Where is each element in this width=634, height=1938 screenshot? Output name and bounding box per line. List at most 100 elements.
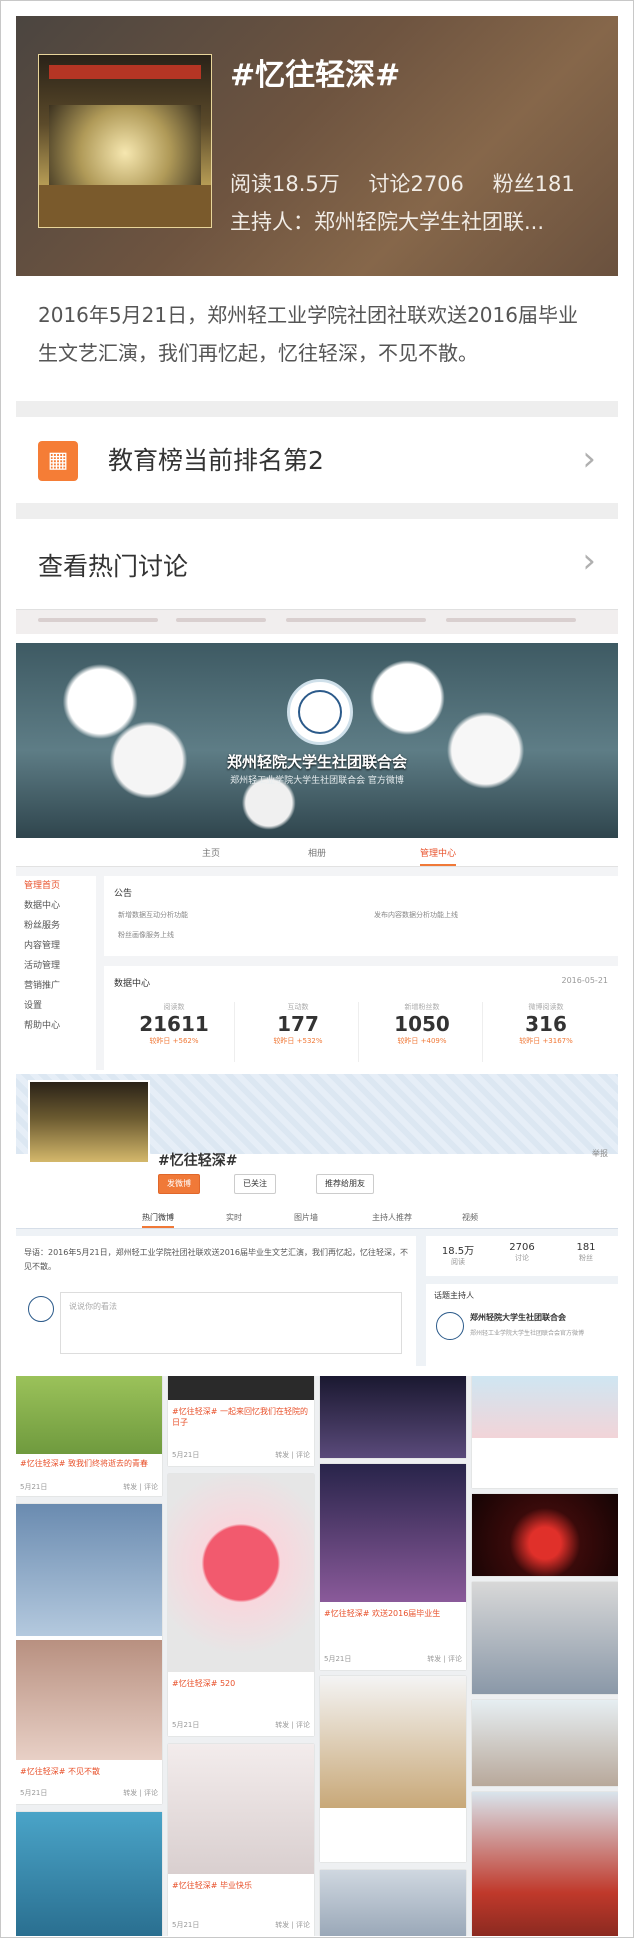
photo-card[interactable]: #忆往轻深# 一起来回忆我们在轻院的日子 5月21日 转发 | 评论 [168,1376,314,1466]
photo [16,1504,162,1636]
cutoff-content [16,609,618,634]
fans-count: 粉丝181 [492,172,575,196]
data-center-date: 2016-05-21 [561,976,609,985]
hot-discussion-row[interactable]: 查看热门讨论 › [16,519,618,609]
host-name[interactable]: 郑州轻院大学生社团联合会 [470,1312,566,1323]
stat-cell[interactable]: 阅读数 21611 较昨日 +562% [114,1002,235,1062]
photo-card[interactable] [320,1870,466,1936]
photo-card[interactable] [16,1812,162,1936]
sidebar-item-promo[interactable]: 营销推广 [16,976,96,996]
stat-cell[interactable]: 互动数 177 较昨日 +532% [238,1002,359,1062]
notice-item[interactable]: 新增数据互动分析功能 [118,910,188,920]
photo-card[interactable] [320,1676,466,1862]
photo-card[interactable] [320,1376,466,1458]
data-center-panel: 数据中心 2016-05-21 阅读数 21611 较昨日 +562% 互动数 … [104,966,618,1070]
follow-button[interactable]: 已关注 [234,1174,276,1194]
topic-host[interactable]: 主持人：郑州轻院大学生社团联... [230,206,600,236]
photo-card[interactable]: #忆往轻深# 520 5月21日 转发 | 评论 [168,1474,314,1736]
topic-cover-image [38,54,212,228]
notice-title: 公告 [114,889,133,899]
photo [16,1640,162,1760]
host-subtitle: 郑州轻工业学院大学生社团联合会官方微博 [470,1330,585,1337]
topic-page-title: #忆往轻深# [158,1153,238,1169]
stat-cell[interactable]: 微博阅读数 316 较昨日 +3167% [486,1002,606,1062]
notice-panel: 公告 新增数据互动分析功能 发布内容数据分析功能上线 粉丝画像服务上线 [104,876,618,956]
sidebar-item-data[interactable]: 数据中心 [16,896,96,916]
manage-main: 公告 新增数据互动分析功能 发布内容数据分析功能上线 粉丝画像服务上线 数据中心… [104,876,618,1070]
photo [320,1464,466,1602]
rank-row[interactable]: ▦ 教育榜当前排名第2 › [16,417,618,503]
sidebar-item-home[interactable]: 管理首页 [16,876,96,896]
chevron-right-icon: › [582,541,596,581]
topic-page-feed: 导语：2016年5月21日，郑州轻工业学院社团社联欢送2016届毕业生文艺汇演，… [16,1236,416,1366]
user-avatar [28,1296,54,1322]
tab-photos[interactable]: 图片墙 [294,1212,318,1223]
topic-title: #忆往轻深# [230,58,401,93]
topic-hero: #忆往轻深# 阅读18.5万 讨论2706 粉丝181 主持人：郑州轻院大学生社… [16,16,618,276]
sidebar-item-content[interactable]: 内容管理 [16,936,96,956]
photo-card[interactable]: #忆往轻深# 毕业快乐 5月21日 转发 | 评论 [168,1744,314,1936]
profile-cover-image: 郑州轻院大学生社团联合会 郑州轻工业学院大学生社团联合会 官方微博 [16,643,618,838]
discuss-count: 讨论2706 [368,172,464,196]
photo [472,1376,618,1438]
post-weibo-button[interactable]: 发微博 [158,1174,200,1194]
photo [472,1494,618,1576]
topic-page-tabs: 热门微博 实时 图片墙 主持人推荐 视频 [16,1208,618,1228]
photo-card[interactable] [472,1792,618,1936]
photo [472,1700,618,1786]
photo-card[interactable] [472,1376,618,1488]
tab-manage[interactable]: 管理中心 [420,846,457,866]
photo [168,1744,314,1874]
tab-host-picks[interactable]: 主持人推荐 [372,1212,412,1223]
grid-icon: ▦ [38,441,78,481]
host-panel-title: 话题主持人 [434,1291,474,1300]
stat-cell[interactable]: 新增粉丝数 1050 较昨日 +409% [362,1002,483,1062]
tab-realtime[interactable]: 实时 [226,1212,242,1223]
profile-avatar[interactable] [287,679,353,745]
photo-card[interactable]: #忆往轻深# 不见不散 5月21日 转发 | 评论 [16,1504,162,1804]
recommend-button[interactable]: 推荐给朋友 [316,1174,374,1194]
photo-wall: #忆往轻深# 致我们终将逝去的青春 5月21日 转发 | 评论 #忆往轻深# 不… [16,1376,618,1936]
photo-card[interactable] [472,1582,618,1694]
sidebar-item-fans[interactable]: 粉丝服务 [16,916,96,936]
photo [16,1376,162,1454]
hot-discussion-label: 查看热门讨论 [38,552,189,581]
topic-description: 2016年5月21日，郑州轻工业学院社团社联欢送2016届毕业生文艺汇演，我们再… [16,276,618,401]
profile-name[interactable]: 郑州轻院大学生社团联合会 [16,751,618,772]
compose-placeholder: 说说你的看法 [69,1302,117,1311]
chevron-right-icon: › [582,439,596,479]
photo [320,1870,466,1936]
data-center-title: 数据中心 [114,979,151,989]
sidebar-item-settings[interactable]: 设置 [16,996,96,1016]
photo-card[interactable] [472,1700,618,1786]
photo [320,1376,466,1458]
sidebar-item-activity[interactable]: 活动管理 [16,956,96,976]
report-link[interactable]: 举报 [592,1148,608,1159]
tab-hot[interactable]: 热门微博 [142,1212,174,1228]
photo-card[interactable]: #忆往轻深# 致我们终将逝去的青春 5月21日 转发 | 评论 [16,1376,162,1496]
photo [168,1474,314,1672]
tab-home[interactable]: 主页 [202,846,220,859]
rank-label: 教育榜当前排名第2 [108,446,324,475]
photo [16,1812,162,1936]
host-avatar[interactable] [436,1312,464,1340]
topic-description-text: 2016年5月21日，郑州轻工业学院社团社联欢送2016届毕业生文艺汇演，我们再… [38,303,578,365]
notice-item[interactable]: 发布内容数据分析功能上线 [374,910,458,920]
tab-album[interactable]: 相册 [308,846,326,859]
weibo-profile-screenshot: 郑州轻院大学生社团联合会 郑州轻工业学院大学生社团联合会 官方微博 主页 相册 … [16,643,618,1070]
tab-video[interactable]: 视频 [462,1212,478,1223]
compose-box[interactable]: 说说你的看法 [60,1292,402,1354]
sidebar-item-help[interactable]: 帮助中心 [16,1016,96,1036]
notice-item[interactable]: 粉丝画像服务上线 [118,930,174,940]
photo-card[interactable] [472,1494,618,1576]
photo [472,1792,618,1936]
profile-tabs: 主页 相册 管理中心 [16,838,618,867]
topic-stats: 阅读18.5万 讨论2706 粉丝181 [230,168,597,198]
photo [320,1676,466,1808]
topic-page-banner: #忆往轻深# 发微博 已关注 推荐给朋友 举报 热门微博 实时 图片墙 主持人推… [16,1074,618,1229]
topic-intro: 导语：2016年5月21日，郑州轻工业学院社团社联欢送2016届毕业生文艺汇演，… [24,1248,408,1271]
photo-card[interactable]: #忆往轻深# 欢送2016届毕业生 5月21日 转发 | 评论 [320,1464,466,1670]
topic-host-panel: 话题主持人 郑州轻院大学生社团联合会 郑州轻工业学院大学生社团联合会官方微博 [426,1284,618,1366]
topic-page-screenshot: #忆往轻深# 发微博 已关注 推荐给朋友 举报 热门微博 实时 图片墙 主持人推… [16,1074,618,1366]
topic-page-cover [28,1080,150,1164]
